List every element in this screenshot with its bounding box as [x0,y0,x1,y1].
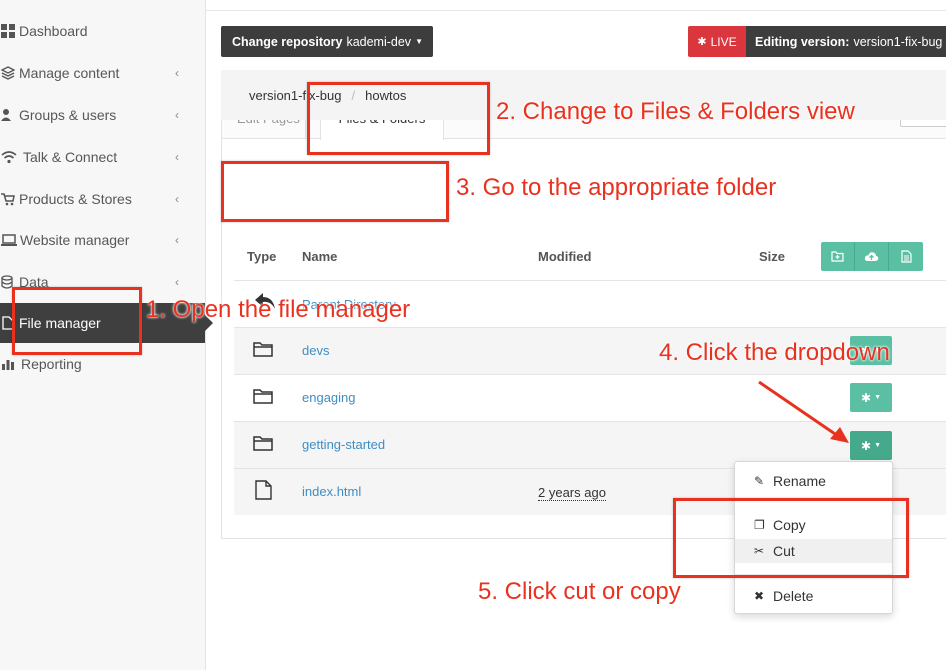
edit-icon: ✎ [754,474,765,488]
divider [206,10,946,11]
menu-item-label: Delete [773,588,814,604]
live-badge[interactable]: ✱ LIVE [688,26,746,57]
cloud-upload-icon [864,252,879,261]
folder-icon [253,342,273,357]
file-name-link[interactable]: index.html [302,484,361,499]
file-name-link[interactable]: getting-started [302,437,385,452]
annotation-box-step1 [12,287,142,355]
annotation-box-step5 [673,498,909,578]
annotation-step3: 3. Go to the appropriate folder [456,174,777,201]
sidebar-item-label: Reporting [21,356,82,372]
change-repository-button[interactable]: Change repository kademi-dev ▼ [221,26,433,57]
sidebar-item-label: Talk & Connect [23,149,118,165]
user-icon [1,109,11,121]
file-name-link[interactable]: engaging [302,390,356,405]
folder-plus-icon [831,251,844,262]
new-folder-button[interactable] [821,242,855,271]
sidebar-item-products-stores[interactable]: Products & Stores ‹ [0,179,205,219]
column-header-name[interactable]: Name [302,249,337,264]
sidebar-item-manage-content[interactable]: Manage content ‹ [0,53,205,93]
repo-value: kademi-dev [346,34,412,49]
folder-icon [253,436,273,451]
chevron-left-icon: ‹ [175,233,179,247]
editing-version-button[interactable]: Editing version: version1-fix-bug - [746,26,946,57]
file-icon [255,480,272,500]
sidebar-item-label: Manage content [19,65,120,81]
caret-down-icon: ▼ [874,442,881,449]
sidebar-item-groups-users[interactable]: Groups & users ‹ [0,95,205,135]
chevron-left-icon: ‹ [175,192,179,206]
sidebar-item-dashboard[interactable]: Dashboard [0,11,205,51]
annotation-arrow [758,380,849,443]
gear-icon: ✱ [861,390,872,405]
dashboard-icon [1,24,15,38]
sidebar-item-label: Products & Stores [19,191,132,207]
annotation-step2: 2. Change to Files & Folders view [496,98,855,125]
annotation-step1: 1. Open the file manager [146,296,411,323]
sidebar-item-label: Dashboard [19,23,88,39]
annotation-step4: 4. Click the dropdown [659,339,890,366]
sidebar-item-label: Website manager [20,232,130,248]
live-label: LIVE [710,34,737,49]
column-header-type: Type [247,249,277,264]
close-icon: ✖ [754,589,765,603]
new-file-button[interactable] [889,242,923,271]
folder-icon [253,389,273,404]
layers-icon [1,66,15,80]
cart-icon [1,193,15,206]
menu-item-label: Rename [773,473,826,489]
editing-label: Editing version: [755,34,850,49]
caret-down-icon: ▼ [415,37,423,46]
file-name-link[interactable]: devs [302,343,329,358]
wifi-icon [1,151,17,164]
column-header-modified[interactable]: Modified [538,249,591,264]
upload-button[interactable] [855,242,889,271]
menu-item-delete[interactable]: ✖ Delete [735,584,892,608]
bar-chart-icon [2,360,14,370]
annotation-box-step2 [307,82,490,155]
caret-down-icon: ▼ [874,394,881,401]
menu-item-rename[interactable]: ✎ Rename [735,469,892,493]
header-actions [821,242,923,271]
column-header-size[interactable]: Size [759,249,785,264]
chevron-left-icon: ‹ [175,66,179,80]
sidebar-item-website-manager[interactable]: Website manager ‹ [0,220,205,260]
file-text-icon [900,250,912,263]
chevron-left-icon: ‹ [175,108,179,122]
modified-date: 2 years ago [538,485,606,501]
gear-icon: ✱ [697,36,707,48]
chevron-left-icon: ‹ [175,275,179,289]
annotation-box-step3 [221,161,449,222]
sidebar-item-label: Groups & users [19,107,117,123]
sidebar-item-talk-connect[interactable]: Talk & Connect ‹ [0,137,205,177]
annotation-step5: 5. Click cut or copy [478,578,681,605]
chevron-left-icon: ‹ [175,150,179,164]
laptop-icon [1,234,17,246]
repo-label: Change repository [232,34,343,49]
editing-value: version1-fix-bug - [853,34,946,49]
gear-icon: ✱ [861,438,872,453]
